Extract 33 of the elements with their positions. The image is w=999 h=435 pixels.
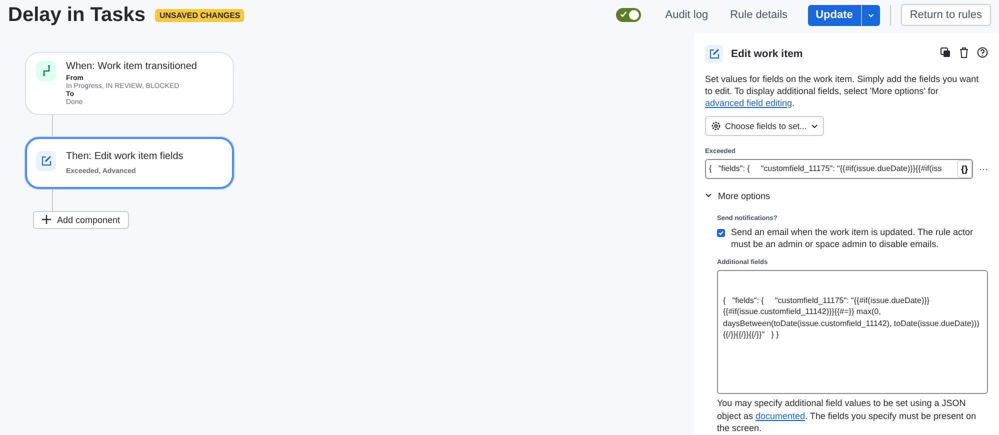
more-options-toggle[interactable]: More options — [705, 190, 770, 201]
edit-icon — [705, 44, 723, 63]
edit-icon — [36, 150, 56, 171]
additional-fields-input[interactable]: { "fields": { "customfield_11175": "{{#if(issue.dueDate)}}{{#if(issue.customfield_11142)}}{{#=}} max(0, daysBetween(toDate(issue.customfield_11142), toDate(issue.dueDate))){{/}}{{/}}{{/}}" } } — [717, 270, 988, 394]
trash-icon[interactable] — [959, 47, 969, 60]
more-actions-button[interactable]: ··· — [979, 164, 988, 174]
advanced-editing-link[interactable]: advanced field editing — [705, 98, 792, 108]
branch-icon — [36, 60, 56, 81]
check-icon — [620, 11, 628, 18]
checkbox-label: Send an email when the work item is updated. The rule actor must be an admin or space admin to disable emails. — [731, 226, 974, 250]
add-component-button[interactable]: Add component — [33, 210, 130, 229]
chevron-down-icon — [810, 124, 818, 129]
card-title: When: Work item transitioned — [66, 60, 197, 72]
status-badge: UNSAVED CHANGES — [155, 8, 244, 22]
return-button[interactable]: Return to rules — [900, 4, 991, 26]
help-icon[interactable] — [977, 47, 988, 60]
header-link[interactable]: Rule details — [722, 5, 796, 26]
plus-icon — [42, 215, 51, 224]
chevron-down-icon — [705, 193, 712, 198]
panel-description: Set values for fields on the work item. Simply add the fields you want to edit. To display additional fields, select 'More options' for advanced field editing. — [705, 72, 980, 109]
checkbox[interactable] — [717, 228, 725, 237]
chevron-down-icon — [868, 12, 874, 18]
documented-link[interactable]: documented — [756, 410, 806, 421]
page-title: Delay in Tasks — [8, 4, 146, 27]
gear-icon — [711, 120, 721, 131]
card-title: Then: Edit work item fields — [66, 150, 184, 162]
choose-fields-button[interactable]: Choose fields to set... — [705, 116, 824, 136]
panel-title: Edit work item — [731, 48, 804, 60]
exceeded-input[interactable]: { "fields": { "customfield_11175": "{{#if(issue.dueDate)}}{{#if(iss {} — [705, 158, 973, 179]
help-text: You may specify additional field values to be set using a JSON object as documented. The fields you specify must be present on the screen. — [717, 397, 978, 435]
rule-toggle[interactable] — [616, 8, 642, 22]
header-link[interactable]: Audit log — [657, 5, 716, 26]
braces-button[interactable]: {} — [956, 160, 972, 178]
